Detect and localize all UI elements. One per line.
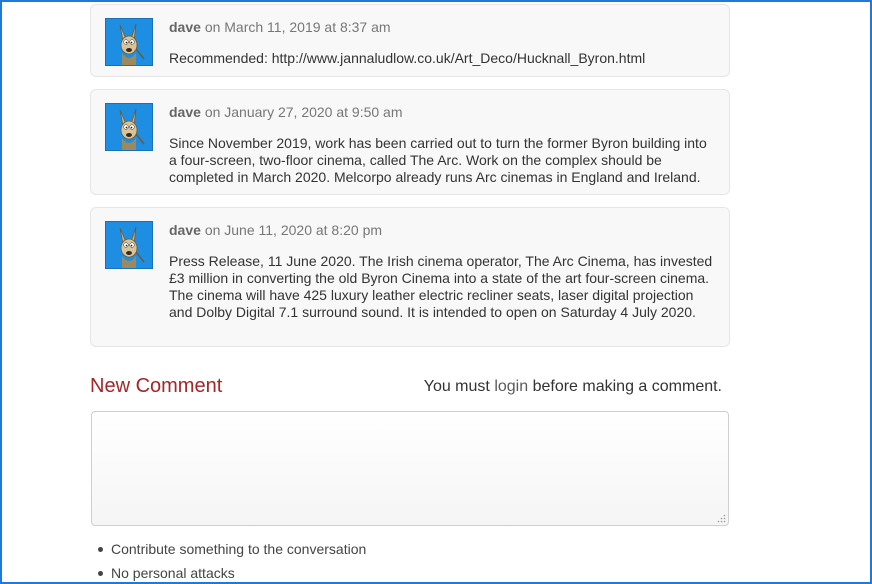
coyote-avatar-icon [105,221,153,269]
comment-meta: dave on June 11, 2020 at 8:20 pm [169,221,715,239]
comment-body: Since November 2019, work has been carri… [169,135,707,185]
comment-author[interactable]: dave [169,222,201,238]
comment-date: on January 27, 2020 at 9:50 am [204,104,403,120]
new-comment-title: New Comment [90,375,223,397]
comment-list: dave on March 11, 2019 at 8:37 am Recomm… [90,4,730,359]
bullet-dot-icon [98,571,103,576]
comment-rules-list: Contribute something to the conversation… [94,537,366,582]
new-comment-header: New Comment You must login before making… [90,373,722,401]
comment-meta: dave on March 11, 2019 at 8:37 am [169,18,715,36]
comment-author[interactable]: dave [169,19,201,35]
comment-textarea-wrapper [91,411,729,526]
comment-meta: dave on January 27, 2020 at 9:50 am [169,103,715,121]
list-item: No personal attacks [94,561,366,582]
comment-item: dave on January 27, 2020 at 9:50 am Sinc… [90,89,730,195]
login-suffix: before making a comment. [532,378,722,395]
coyote-avatar-icon [105,103,153,151]
resize-grip-icon[interactable] [717,514,726,523]
comment-date: on March 11, 2019 at 8:37 am [204,19,391,35]
comment-date: on June 11, 2020 at 8:20 pm [204,222,383,238]
coyote-avatar-icon [105,18,153,66]
bullet-dot-icon [98,547,103,552]
login-link[interactable]: login [494,378,528,395]
login-prefix: You must [423,378,490,395]
comment-textarea[interactable] [92,412,728,525]
list-item: Contribute something to the conversation [94,537,366,561]
page-frame: dave on March 11, 2019 at 8:37 am Recomm… [0,0,872,584]
comment-item: dave on June 11, 2020 at 8:20 pm Press R… [90,207,730,347]
comment-body: Press Release, 11 June 2020. The Irish c… [169,253,713,320]
comment-author[interactable]: dave [169,104,201,120]
comment-item: dave on March 11, 2019 at 8:37 am Recomm… [90,4,730,77]
rule-text: No personal attacks [111,565,235,581]
rule-text: Contribute something to the conversation [111,541,367,557]
login-notice: You must login before making a comment. [424,377,722,397]
comment-body: Recommended: http://www.jannaludlow.co.u… [169,50,646,66]
